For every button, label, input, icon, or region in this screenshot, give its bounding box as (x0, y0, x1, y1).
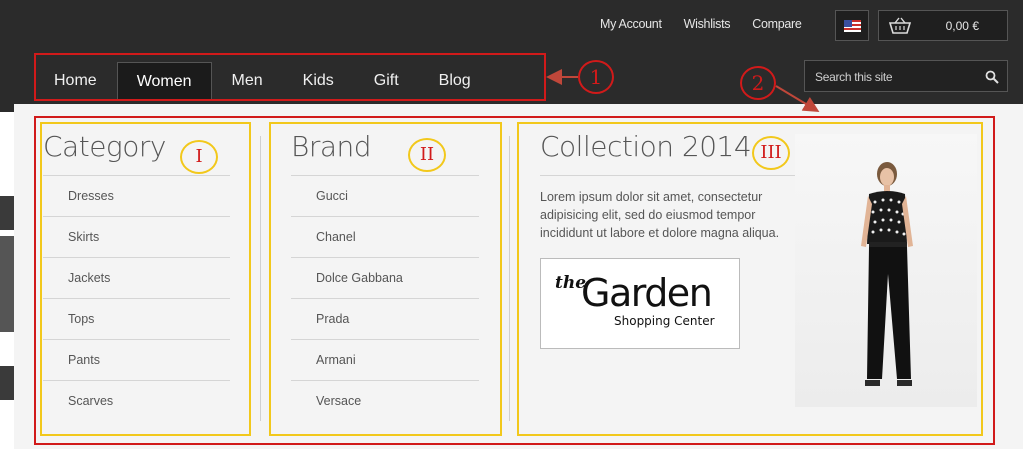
annotation-label-I: I (180, 140, 218, 174)
cart-total: 0,00 € (945, 19, 979, 33)
annotation-box-1 (34, 53, 546, 101)
flag-us-icon (844, 20, 861, 32)
annotation-label-1: 1 (578, 60, 614, 94)
cart-icon (889, 17, 911, 34)
my-account-link[interactable]: My Account (600, 17, 662, 31)
annotation-label-II: II (408, 138, 446, 172)
annotation-label-III: III (752, 136, 790, 170)
page-background-left (0, 112, 14, 461)
compare-link[interactable]: Compare (752, 17, 802, 31)
annotation-box-III (517, 122, 983, 436)
language-selector[interactable] (835, 10, 869, 41)
wishlists-link[interactable]: Wishlists (684, 17, 731, 31)
annotation-box-II (269, 122, 502, 436)
cart-button[interactable]: 0,00 € (878, 10, 1008, 41)
top-links: My Account Wishlists Compare (600, 17, 802, 31)
search-placeholder: Search this site (815, 70, 893, 84)
search-input[interactable]: Search this site (804, 60, 1008, 92)
annotation-box-I (40, 122, 251, 436)
annotation-label-2: 2 (740, 66, 776, 100)
search-icon[interactable] (985, 70, 999, 84)
